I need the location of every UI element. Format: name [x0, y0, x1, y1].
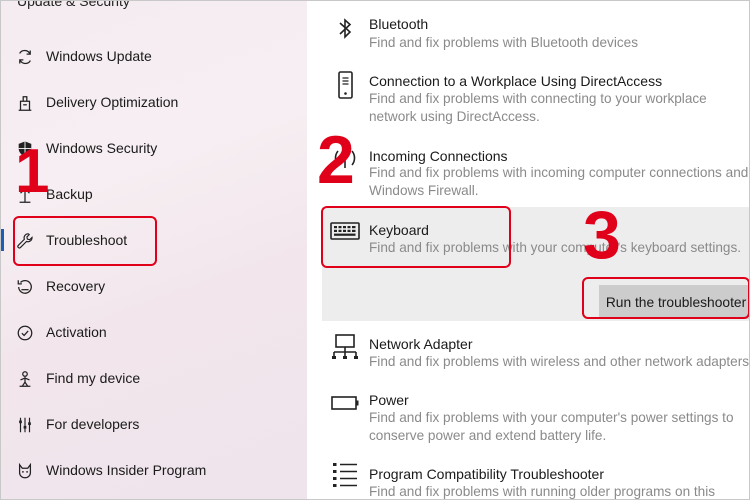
- refresh-icon: [15, 48, 35, 66]
- developer-sliders-icon: [15, 416, 35, 434]
- delivery-optimization-icon: [15, 94, 35, 112]
- sidebar-item-label: Delivery Optimization: [46, 94, 179, 110]
- item-description: Find and fix problems with your computer…: [369, 410, 734, 443]
- sidebar-item-delivery-optimization[interactable]: Delivery Optimization: [1, 82, 301, 122]
- sidebar-item-activation[interactable]: Activation: [1, 312, 301, 352]
- sidebar-item-label: Troubleshoot: [46, 232, 128, 248]
- wrench-icon: [15, 232, 35, 250]
- sidebar-item-windows-insider-program[interactable]: Windows Insider Program: [1, 450, 301, 490]
- sidebar-item-label: Windows Insider Program: [46, 462, 207, 478]
- bluetooth-icon: [330, 15, 360, 43]
- item-title: Bluetooth: [369, 16, 429, 32]
- sidebar-title: Update & Security: [17, 0, 130, 9]
- run-troubleshooter-button[interactable]: Run the troubleshooter: [599, 285, 749, 319]
- sidebar-item-label: Activation: [46, 324, 107, 340]
- sidebar-item-windows-update[interactable]: Windows Update: [1, 36, 301, 76]
- item-title: Network Adapter: [369, 336, 473, 352]
- item-title: Connection to a Workplace Using DirectAc…: [369, 73, 663, 89]
- phone-device-icon: [330, 71, 360, 99]
- check-circle-icon: [15, 324, 35, 342]
- sidebar-item-recovery[interactable]: Recovery: [1, 266, 301, 306]
- item-description: Find and fix problems with connecting to…: [369, 91, 707, 124]
- sidebar-item-for-developers[interactable]: For developers: [1, 404, 301, 444]
- sidebar-item-label: Find my device: [46, 370, 141, 386]
- sidebar-item-label: Recovery: [46, 278, 106, 294]
- troubleshooter-bluetooth[interactable]: Bluetooth Find and fix problems with Blu…: [322, 1, 749, 61]
- cat-icon: [15, 462, 35, 480]
- item-title: Power: [369, 392, 409, 408]
- person-locate-icon: [15, 370, 35, 388]
- sidebar: Update & Security Windows Update Deliver…: [1, 1, 307, 499]
- settings-window: Update & Security Windows Update Deliver…: [0, 0, 750, 500]
- sidebar-item-label: Windows Update: [46, 48, 152, 64]
- troubleshooter-list: Bluetooth Find and fix problems with Blu…: [308, 1, 750, 499]
- sidebar-item-label: Windows Security: [46, 140, 158, 156]
- troubleshooter-incoming-connections[interactable]: Incoming Connections Find and fix proble…: [322, 137, 749, 205]
- item-title: Keyboard: [369, 222, 429, 238]
- sidebar-item-troubleshoot[interactable]: Troubleshoot: [1, 220, 301, 260]
- item-description: Find and fix problems with incoming comp…: [369, 165, 749, 198]
- item-description: Find and fix problems with wireless and …: [369, 354, 750, 369]
- troubleshooter-program-compatibility[interactable]: Program Compatibility Troubleshooter Fin…: [322, 455, 749, 499]
- sidebar-item-find-my-device[interactable]: Find my device: [1, 358, 301, 398]
- sidebar-item-label: Backup: [46, 186, 93, 202]
- battery-icon: [330, 389, 360, 417]
- active-indicator: [1, 229, 4, 251]
- recovery-icon: [15, 278, 35, 296]
- item-title: Program Compatibility Troubleshooter: [369, 466, 604, 482]
- item-description: Find and fix problems with your computer…: [369, 240, 742, 255]
- troubleshooter-power[interactable]: Power Find and fix problems with your co…: [322, 381, 749, 451]
- item-description: Find and fix problems with Bluetooth dev…: [369, 35, 638, 50]
- item-title: Incoming Connections: [369, 148, 508, 164]
- troubleshooter-keyboard-expanded[interactable]: Keyboard Find and fix problems with your…: [322, 207, 749, 321]
- sidebar-item-label: For developers: [46, 416, 140, 432]
- keyboard-icon: [330, 217, 360, 245]
- troubleshooter-directaccess[interactable]: Connection to a Workplace Using DirectAc…: [322, 63, 749, 133]
- step-3-label: 3: [583, 197, 621, 273]
- step-2-label: 2: [317, 122, 355, 198]
- item-description: Find and fix problems with running older…: [369, 484, 716, 499]
- network-adapter-icon: [330, 333, 360, 361]
- troubleshooter-network-adapter[interactable]: Network Adapter Find and fix problems wi…: [322, 323, 750, 375]
- list-icon: [330, 461, 360, 489]
- step-1-label: 1: [15, 137, 50, 206]
